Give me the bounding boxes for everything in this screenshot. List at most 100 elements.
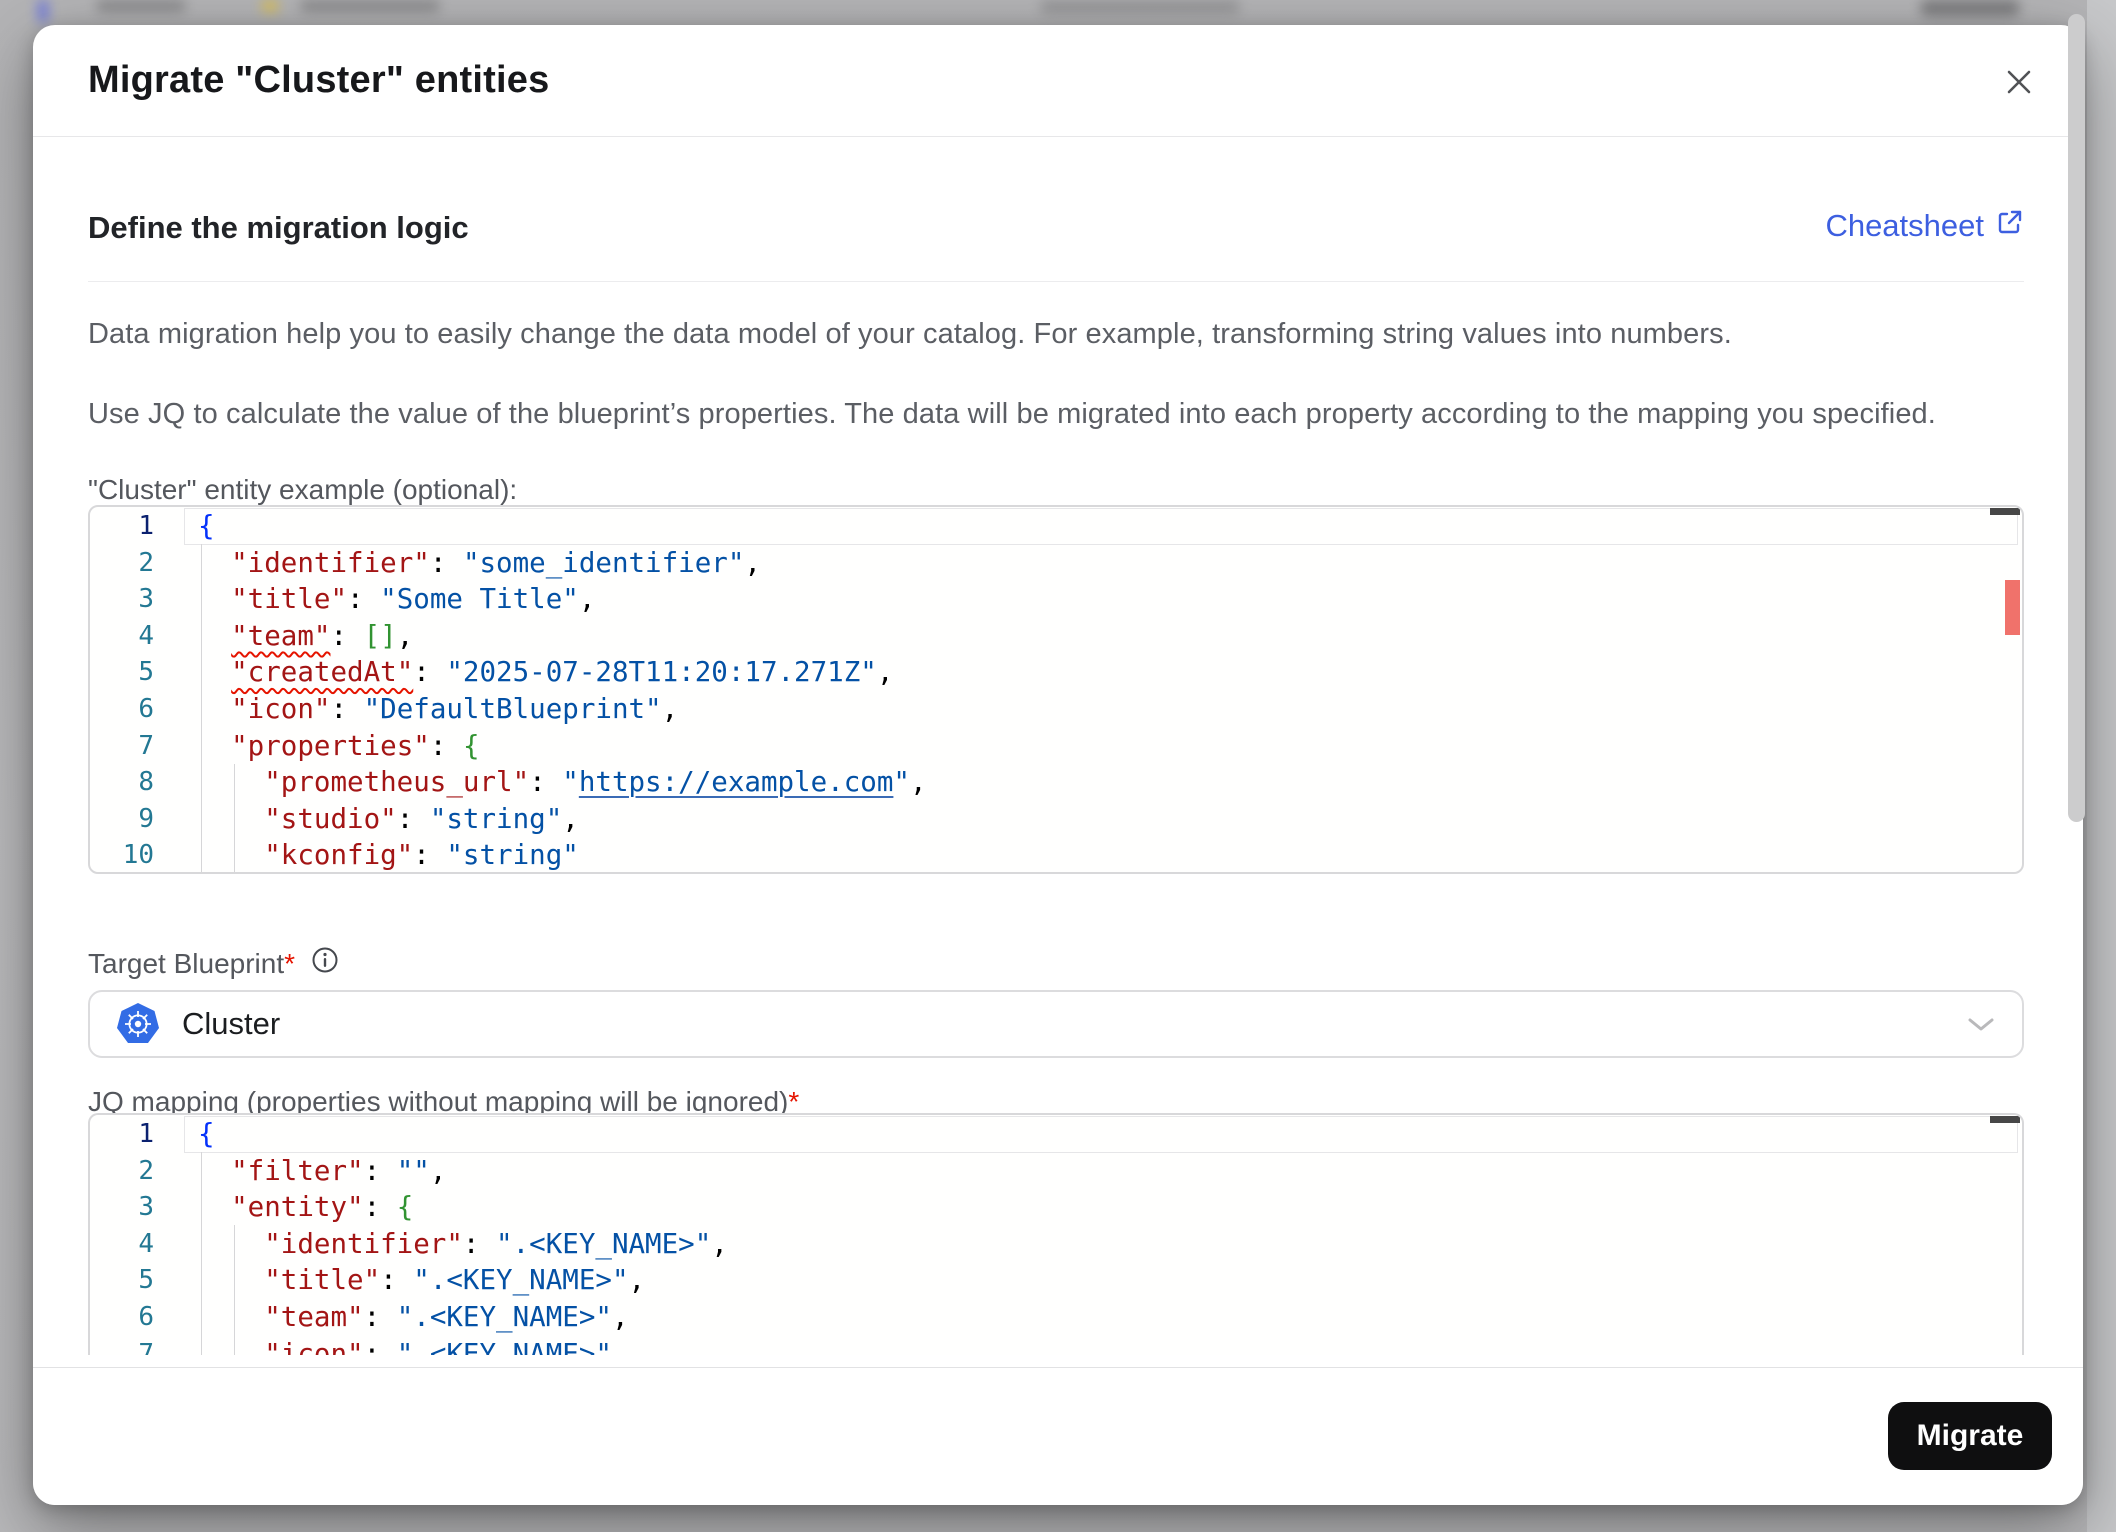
- line-number: 2: [138, 1155, 154, 1186]
- line-number: 1: [138, 511, 154, 541]
- code-token: https://example.com: [578, 766, 894, 799]
- dialog-body: Define the migration logic Cheatsheet Da…: [33, 138, 2083, 1367]
- cheatsheet-label: Cheatsheet: [1825, 208, 1984, 243]
- code-line: "identifier": ".<KEY_NAME>",: [198, 1226, 2006, 1263]
- code-token: "prometheus_url": [264, 766, 530, 799]
- code-token: ,: [562, 802, 579, 835]
- line-number: 9: [138, 803, 154, 834]
- dialog-title: Migrate "Cluster" entities: [88, 59, 550, 101]
- code-token: "icon": [264, 1337, 364, 1355]
- target-blueprint-label-text: Target Blueprint*: [88, 947, 296, 979]
- external-link-icon: [1996, 208, 2024, 244]
- code-token: {: [198, 510, 215, 542]
- code-token: {: [462, 729, 480, 762]
- code-line: "team": [],: [198, 618, 2006, 655]
- code-line: "title": ".<KEY_NAME>",: [198, 1262, 2006, 1299]
- editor-code: { "identifier": "some_identifier", "titl…: [198, 508, 2006, 872]
- code-token: "string": [429, 802, 563, 835]
- code-token: ,: [611, 1337, 629, 1355]
- code-token: :: [347, 583, 381, 616]
- code-line: "createdAt": "2025-07-28T11:20:17.271Z",: [198, 654, 2006, 691]
- line-number: 5: [138, 1265, 154, 1296]
- info-icon[interactable]: [311, 946, 339, 981]
- cheatsheet-link[interactable]: Cheatsheet: [1825, 208, 2024, 244]
- required-asterisk: *: [284, 947, 296, 979]
- line-number: 3: [138, 584, 154, 615]
- line-number: 6: [138, 693, 154, 724]
- indent-guide: [201, 1152, 202, 1355]
- code-token: "team": [231, 619, 331, 652]
- code-token: "kconfig": [264, 839, 414, 872]
- code-token: "title": [264, 1264, 381, 1297]
- bg-blur-right: [1920, 0, 2020, 16]
- code-token: "icon": [231, 692, 331, 725]
- code-token: "DefaultBlueprint": [363, 692, 662, 725]
- code-token: ": [562, 766, 579, 799]
- code-token: "createdAt": [231, 656, 414, 689]
- code-token: "properties": [231, 729, 430, 762]
- code-token: "entity": [231, 1191, 364, 1224]
- line-number: 10: [122, 840, 154, 871]
- code-token: :: [429, 546, 463, 579]
- indent-guide: [234, 764, 235, 872]
- entity-example-label: "Cluster" entity example (optional):: [88, 474, 518, 505]
- code-line: "identifier": "some_identifier",: [198, 545, 2006, 582]
- line-number: 7: [138, 1338, 154, 1355]
- chevron-down-icon: [1966, 1015, 1996, 1033]
- editor-code: { "filter": "", "entity": { "identifier"…: [198, 1116, 2006, 1355]
- close-button[interactable]: [1999, 63, 2039, 103]
- code-token: "2025-07-28T11:20:17.271Z": [446, 656, 877, 689]
- migrate-button[interactable]: Migrate: [1888, 1402, 2052, 1470]
- overview-ruler-cursor: [1990, 508, 2020, 515]
- kubernetes-icon: [116, 1002, 160, 1046]
- code-token: "team": [264, 1300, 364, 1333]
- code-line: {: [198, 1116, 2006, 1153]
- page-scrollbar[interactable]: [2068, 14, 2085, 822]
- line-number: 4: [138, 1228, 154, 1259]
- jq-mapping-editor[interactable]: 1 2 3 4 5 6 7 { "filter": "", "entity": { "ide…: [88, 1113, 2024, 1355]
- code-token: :: [396, 802, 430, 835]
- line-number: 6: [138, 1301, 154, 1332]
- code-token: []: [363, 619, 397, 652]
- code-token: :: [413, 839, 447, 872]
- code-token: ,: [578, 583, 596, 616]
- migrate-entities-dialog: Migrate "Cluster" entities Define the mi…: [33, 25, 2083, 1505]
- code-token: "string": [446, 839, 579, 872]
- code-token: {: [198, 1118, 215, 1150]
- code-token: "Some Title": [380, 583, 579, 616]
- code-token: :: [363, 1191, 397, 1224]
- code-token: {: [396, 1191, 414, 1224]
- description-paragraph-2: Use JQ to calculate the value of the blu…: [88, 398, 1936, 430]
- code-line: "icon": ".<KEY_NAME>",: [198, 1336, 2006, 1355]
- code-token: :: [363, 1154, 397, 1187]
- indent-guide: [201, 544, 202, 872]
- code-line: "kconfig": "string": [198, 837, 2006, 872]
- target-blueprint-select[interactable]: Cluster: [88, 990, 2024, 1058]
- code-token: ,: [429, 1154, 447, 1187]
- section-heading: Define the migration logic: [88, 210, 469, 245]
- bg-blur-search: [1040, 0, 1240, 14]
- overview-ruler-error-mark: [2005, 580, 2020, 635]
- code-token: :: [363, 1337, 397, 1355]
- code-line: "prometheus_url": "https://example.com",: [198, 764, 2006, 801]
- code-token: ,: [661, 692, 679, 725]
- code-token: "filter": [231, 1154, 364, 1187]
- description-paragraph-1: Data migration help you to easily change…: [88, 318, 1732, 350]
- dialog-footer: Migrate: [33, 1367, 2083, 1505]
- bg-blur-text2: [300, 0, 440, 12]
- editor-gutter: 1 2 3 4 5 6 7 8 9 10: [90, 508, 170, 872]
- code-token: "identifier": [231, 546, 430, 579]
- code-token: :: [330, 619, 364, 652]
- bg-blur-blue: [38, 0, 48, 22]
- entity-example-editor[interactable]: 1 2 3 4 5 6 7 8 9 10 { "identifier": "some_identi…: [88, 505, 2024, 874]
- code-token: :: [429, 729, 463, 762]
- code-line: "filter": "",: [198, 1153, 2006, 1190]
